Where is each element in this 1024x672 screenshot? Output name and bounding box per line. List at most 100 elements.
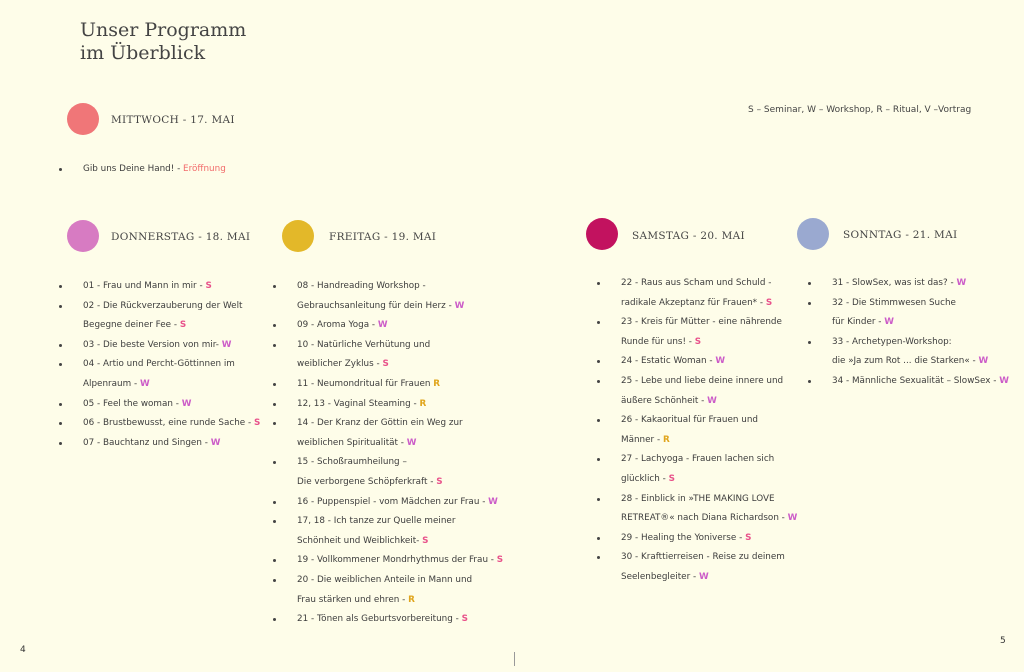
list-item: 16 - Puppenspiel - vom Mädchen zur Frau … xyxy=(273,493,503,513)
list-item-text: glücklich - xyxy=(621,473,669,484)
list-item-text: 07 - Bauchtanz und Singen - xyxy=(83,437,211,448)
list-item-line: 01 - Frau und Mann in mir - S xyxy=(83,277,260,297)
list-item-line: 05 - Feel the woman - W xyxy=(83,395,260,415)
list-item: 17, 18 - Ich tanze zur Quelle meiner Schö… xyxy=(273,512,503,551)
list-item-line: 31 - SlowSex, was ist das? - W xyxy=(832,274,1009,294)
type-code: S xyxy=(765,297,773,308)
list-item: 31 - SlowSex, was ist das? - W xyxy=(808,274,1009,294)
list-item-line: Gib uns Deine Hand! - Eröffnung xyxy=(83,160,226,180)
type-code: S xyxy=(461,614,468,625)
samstag-list: 22 - Raus aus Scham und Schuld - radikale… xyxy=(597,274,797,588)
page-title: Unser Programm im Überblick xyxy=(80,19,246,65)
type-code: W xyxy=(454,300,465,311)
list-item-line: 17, 18 - Ich tanze zur Quelle meiner xyxy=(297,512,503,532)
list-item: 19 - Vollkommener Mondrhythmus der Frau … xyxy=(273,551,503,571)
title-line-1: Unser Programm xyxy=(80,19,247,41)
list-item-text: 34 - Männliche Sexualität – SlowSex - xyxy=(832,375,1000,386)
list-item-line: 14 - Der Kranz der Göttin ein Weg zur xyxy=(297,414,503,434)
day-label-samstag: SAMSTAG - 20. MAI xyxy=(632,230,745,242)
list-item-text: Schönheit und Weiblichkeit- xyxy=(297,535,423,546)
type-code: S xyxy=(668,473,675,484)
list-item: 21 - Tönen als Geburtsvorbereitung - S xyxy=(273,610,503,630)
list-item-text: äußere Schönheit - xyxy=(621,395,708,406)
list-item-line: 10 - Natürliche Verhütung und xyxy=(297,336,503,356)
list-item-line: Alpenraum - W xyxy=(83,375,260,395)
type-code: S xyxy=(436,476,443,487)
list-item-text: 15 - Schoßraumheilung – xyxy=(297,457,407,468)
list-item-text: 14 - Der Kranz der Göttin ein Weg zur xyxy=(297,418,463,429)
list-item: 10 - Natürliche Verhütung und weiblicher … xyxy=(273,336,503,375)
list-item-text: Gebrauchsanleitung für dein Herz - xyxy=(297,300,455,311)
list-item-text: 03 - Die beste Version von mir- xyxy=(83,339,222,350)
list-item-text: 12, 13 - Vaginal Steaming - xyxy=(297,398,420,409)
list-item-text: 08 - Handreading Workshop - xyxy=(297,281,426,291)
list-item-text: 29 - Healing the Yoniverse - xyxy=(621,532,746,543)
list-item: 14 - Der Kranz der Göttin ein Weg zur wei… xyxy=(273,414,503,453)
list-item-line: 12, 13 - Vaginal Steaming - R xyxy=(297,395,503,415)
list-item-text: 27 - Lachyoga - Frauen lachen sich xyxy=(621,454,775,465)
list-item-line: 27 - Lachyoga - Frauen lachen sich xyxy=(621,450,797,470)
list-item-text: 28 - Einblick in »THE MAKING LOVE xyxy=(621,493,775,504)
type-code: S xyxy=(179,320,187,331)
list-item-line: 22 - Raus aus Scham und Schuld - xyxy=(621,274,797,294)
day-label-freitag: FREITAG - 19. MAI xyxy=(329,231,437,243)
type-code: W xyxy=(181,398,192,409)
type-code: W xyxy=(377,320,388,331)
list-item-line: 07 - Bauchtanz und Singen - W xyxy=(83,434,260,454)
list-item-line: radikale Akzeptanz für Frauen* - S xyxy=(621,294,797,314)
list-item-line: Gebrauchsanleitung für dein Herz - W xyxy=(297,297,503,317)
list-item-text: 19 - Vollkommener Mondrhythmus der Frau … xyxy=(297,555,497,566)
list-item-text: 33 - Archetypen-Workshop: xyxy=(832,336,952,347)
list-item: 20 - Die weiblichen Anteile in Mann und F… xyxy=(273,571,503,610)
list-item-text: Seelenbegleiter - xyxy=(621,571,699,582)
list-item: 32 - Die Stimmwesen Suche für Kinder - W xyxy=(808,294,1009,333)
type-code: W xyxy=(698,571,709,582)
list-item: 04 - Artio und Percht-Göttinnen im Alpenr… xyxy=(59,355,260,394)
legend: S – Seminar, W – Workshop, R – Ritual, V… xyxy=(748,105,972,115)
list-item-line: 19 - Vollkommener Mondrhythmus der Frau … xyxy=(297,551,503,571)
list-item-line: die »Ja zum Rot ... die Starken« - W xyxy=(832,352,1009,372)
list-item-text: 10 - Natürliche Verhütung und xyxy=(297,339,431,350)
type-code: Eröffnung xyxy=(183,164,226,174)
list-item-line: Begegne deiner Fee - S xyxy=(83,316,260,336)
type-code: S xyxy=(496,555,504,566)
list-item-line: weiblichen Spiritualität - W xyxy=(297,434,503,454)
list-item-line: Frau stärken und ehren - R xyxy=(297,591,503,611)
list-item-text: Runde für uns! - xyxy=(621,336,695,347)
list-item-line: 21 - Tönen als Geburtsvorbereitung - S xyxy=(297,610,503,630)
list-item-text: weiblichen Spiritualität - xyxy=(297,437,407,448)
list-item: 05 - Feel the woman - W xyxy=(59,395,260,415)
list-item: 29 - Healing the Yoniverse - S xyxy=(597,529,797,549)
list-item-line: 11 - Neumondritual für Frauen R xyxy=(297,375,503,395)
type-code: S xyxy=(253,418,261,429)
list-item-line: Die verborgene Schöpferkraft - S xyxy=(297,473,503,493)
list-item: 22 - Raus aus Scham und Schuld - radikale… xyxy=(597,274,797,313)
page-gutter xyxy=(514,652,515,666)
list-item: 23 - Kreis für Mütter - eine nährende Run… xyxy=(597,313,797,352)
day-dot-freitag xyxy=(282,220,314,252)
list-item-line: 26 - Kakaoritual für Frauen und xyxy=(621,411,797,431)
list-item-text: weiblicher Zyklus - xyxy=(297,359,383,370)
type-code: R xyxy=(662,434,670,445)
list-item-line: 08 - Handreading Workshop - xyxy=(297,277,503,297)
list-item-text: 25 - Lebe und liebe deine innere und xyxy=(621,375,784,386)
title-line-2: im Überblick xyxy=(80,42,206,64)
list-item-text: 09 - Aroma Yoga - xyxy=(297,320,378,331)
list-item: Gib uns Deine Hand! - Eröffnung xyxy=(59,160,226,180)
list-item-line: 20 - Die weiblichen Anteile in Mann und xyxy=(297,571,503,591)
type-code: S xyxy=(694,336,702,347)
day-label-donnerstag: DONNERSTAG - 18. MAI xyxy=(111,231,251,243)
type-code: S xyxy=(422,535,429,546)
type-code: W xyxy=(139,378,150,389)
type-code: W xyxy=(884,317,894,328)
type-code: W xyxy=(221,339,232,350)
list-item-text: Frau stärken und ehren - xyxy=(297,594,409,605)
list-item-line: weiblicher Zyklus - S xyxy=(297,355,503,375)
list-item-text: 17, 18 - Ich tanze zur Quelle meiner xyxy=(297,516,456,527)
type-code: W xyxy=(715,356,726,367)
list-item: 03 - Die beste Version von mir- W xyxy=(59,336,260,356)
list-item-line: 23 - Kreis für Mütter - eine nährende xyxy=(621,313,797,333)
list-item: 28 - Einblick in »THE MAKING LOVE RETREAT… xyxy=(597,490,797,529)
list-item-line: 16 - Puppenspiel - vom Mädchen zur Frau … xyxy=(297,493,503,513)
type-code: W xyxy=(707,395,717,406)
